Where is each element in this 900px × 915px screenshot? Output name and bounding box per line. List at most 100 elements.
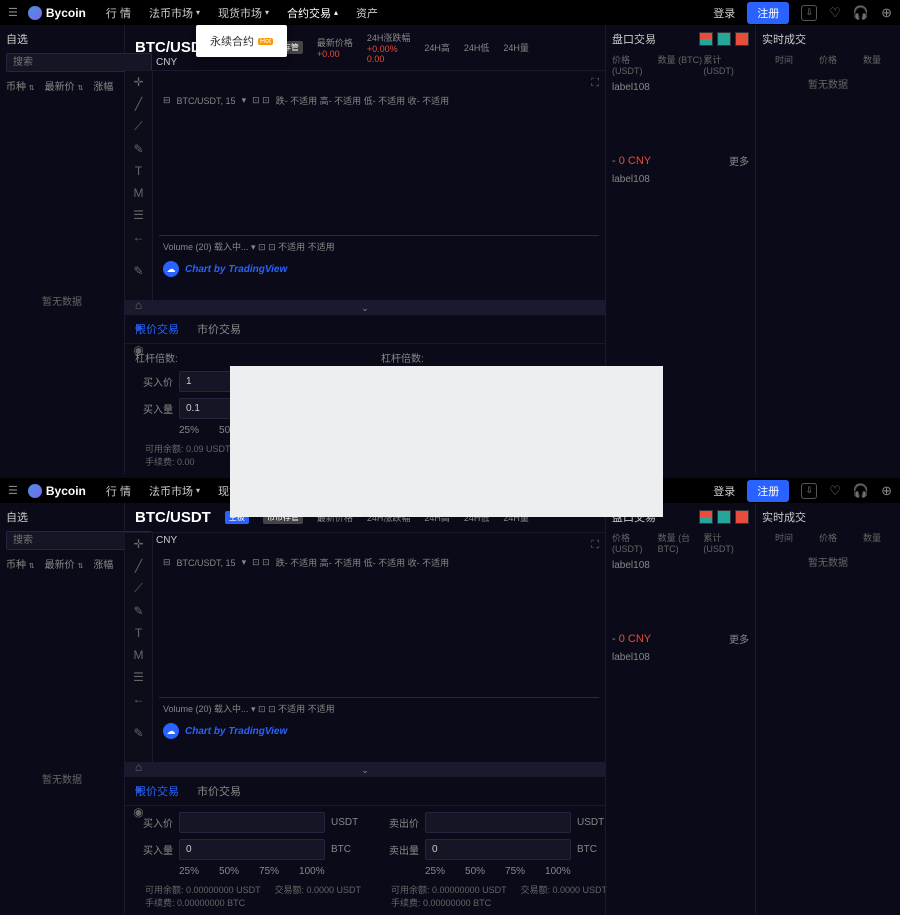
chart-canvas[interactable]: [159, 111, 599, 236]
ob-mode-both[interactable]: [699, 32, 713, 46]
fullscreen-icon[interactable]: ⛶: [591, 77, 599, 90]
filter-coin[interactable]: 币种 ⇅: [6, 78, 35, 93]
nav-contract[interactable]: 合约交易▴: [287, 5, 338, 21]
nav-fiat[interactable]: 法币市场▾: [149, 483, 200, 499]
support-icon[interactable]: 🎧: [853, 5, 869, 21]
filter-price[interactable]: 最新价 ⇅: [45, 78, 84, 93]
filter-change[interactable]: 涨幅: [93, 78, 113, 93]
undo-tool[interactable]: ←: [130, 692, 148, 706]
sell-amount-input[interactable]: [425, 839, 571, 860]
pct-100[interactable]: 100%: [545, 866, 571, 877]
trades-columns: 时间 价格 数量: [762, 531, 894, 544]
tab-limit[interactable]: 限价交易: [135, 321, 179, 337]
sell-price-input[interactable]: [425, 812, 571, 833]
register-button[interactable]: 注册: [747, 2, 789, 24]
pct-75[interactable]: 75%: [505, 866, 525, 877]
filter-coin[interactable]: 币种 ⇅: [6, 556, 35, 571]
chart-main: ⛶ ⊟BTC/USDT, 15▾⊡ ⊡跌- 不适用 高- 不适用 低- 不适用 …: [153, 71, 605, 300]
tab-market[interactable]: 市价交易: [197, 783, 241, 799]
orderbook-more[interactable]: 更多: [729, 153, 749, 168]
pct-100[interactable]: 100%: [299, 866, 325, 877]
fib-tool[interactable]: ⟋: [130, 119, 148, 134]
chart-canvas[interactable]: [159, 573, 599, 698]
unit-btc: BTC: [331, 844, 361, 855]
ob-mode-buy[interactable]: [717, 32, 731, 46]
chevron-up-icon: ▴: [334, 8, 338, 17]
stat-vol: 24H量: [503, 41, 529, 54]
trades-panel: 实时成交 时间 价格 数量 暂无数据: [755, 25, 900, 474]
sort-icon: ⇅: [29, 85, 35, 92]
nav-spot[interactable]: 现货市场▾: [218, 5, 269, 21]
download-icon[interactable]: ⇩: [801, 483, 817, 499]
nav-quotes[interactable]: 行 情: [106, 483, 131, 499]
tradingview-credit[interactable]: ☁Chart by TradingView: [157, 717, 601, 745]
fib-tool[interactable]: ⟋: [130, 581, 148, 596]
collapse-button[interactable]: ⌄: [125, 301, 605, 315]
measure-tool[interactable]: ☰: [130, 670, 148, 684]
buy-amount-input[interactable]: [179, 839, 325, 860]
draw-tool[interactable]: ✎: [130, 726, 148, 740]
globe-icon[interactable]: ⊕: [881, 5, 892, 21]
chart-main: ⛶ ⊟BTC/USDT, 15▾⊡ ⊡跌- 不适用 高- 不适用 低- 不适用 …: [153, 533, 605, 762]
menu-icon[interactable]: ☰: [8, 484, 18, 497]
register-button[interactable]: 注册: [747, 480, 789, 502]
login-link[interactable]: 登录: [713, 483, 735, 499]
measure-tool[interactable]: ☰: [130, 208, 148, 222]
brush-tool[interactable]: ✎: [130, 604, 148, 618]
text-tool[interactable]: T: [130, 626, 148, 640]
pct-75[interactable]: 75%: [259, 866, 279, 877]
lock-tool[interactable]: ⌂: [130, 298, 148, 312]
filter-change[interactable]: 涨幅: [93, 556, 113, 571]
pct-50[interactable]: 50%: [219, 866, 239, 877]
chart-area: ✛ ╱ ⟋ ✎ T M ☰ ← ✎ ⌂ ⚹ ◉ ⛶ ⊟BTC/USDT, 15▾…: [125, 71, 605, 301]
tv-logo-icon: ☁: [163, 261, 179, 277]
ob-mode-sell[interactable]: [735, 32, 749, 46]
draw-tool[interactable]: ✎: [130, 264, 148, 278]
buy-trade-amt: 交易额: 0.0000 USDT: [274, 883, 361, 896]
tab-market[interactable]: 市价交易: [197, 321, 241, 337]
logo[interactable]: Bycoin: [28, 6, 86, 20]
chevron-down-icon: ▾: [265, 8, 269, 17]
buy-price-input[interactable]: [179, 812, 325, 833]
nav-quotes[interactable]: 行 情: [106, 5, 131, 21]
text-tool[interactable]: T: [130, 164, 148, 178]
logo[interactable]: Bycoin: [28, 484, 86, 498]
ob-mode-sell[interactable]: [735, 510, 749, 524]
brush-tool[interactable]: ✎: [130, 142, 148, 156]
pct-25[interactable]: 25%: [179, 425, 199, 436]
pct-25[interactable]: 25%: [425, 866, 445, 877]
trendline-tool[interactable]: ╱: [130, 97, 148, 111]
undo-tool[interactable]: ←: [130, 230, 148, 244]
hot-badge: Hot: [258, 38, 273, 45]
menu-icon[interactable]: ☰: [8, 6, 18, 19]
unit-usdt: USDT: [331, 817, 361, 828]
pattern-tool[interactable]: M: [130, 648, 148, 662]
trendline-tool[interactable]: ╱: [130, 559, 148, 573]
filter-price[interactable]: 最新价 ⇅: [45, 556, 84, 571]
chart-toolbar: ✛ ╱ ⟋ ✎ T M ☰ ← ✎ ⌂ ⚹ ◉: [125, 533, 153, 762]
support-icon[interactable]: 🎧: [853, 483, 869, 499]
orderbook-columns: 价格 (USDT) 数量 (台BTC) 累计 (USDT): [612, 531, 749, 554]
pattern-tool[interactable]: M: [130, 186, 148, 200]
lock-tool[interactable]: ⌂: [130, 760, 148, 774]
crosshair-tool[interactable]: ✛: [130, 75, 148, 89]
tradingview-credit[interactable]: ☁Chart by TradingView: [157, 255, 601, 283]
nav-fiat[interactable]: 法币市场▾: [149, 5, 200, 21]
bell-icon[interactable]: ♡: [829, 483, 841, 499]
pct-50[interactable]: 50%: [465, 866, 485, 877]
ob-mode-both[interactable]: [699, 510, 713, 524]
pct-25[interactable]: 25%: [179, 866, 199, 877]
orderbook-more[interactable]: 更多: [729, 631, 749, 646]
fullscreen-icon[interactable]: ⛶: [591, 539, 599, 552]
dropdown-perpetual[interactable]: 永续合约Hot: [210, 33, 273, 49]
tab-limit[interactable]: 限价交易: [135, 783, 179, 799]
login-link[interactable]: 登录: [713, 5, 735, 21]
download-icon[interactable]: ⇩: [801, 5, 817, 21]
chart-symbol-info: ⊟BTC/USDT, 15▾⊡ ⊡跌- 不适用 高- 不适用 低- 不适用 收-…: [157, 554, 601, 571]
collapse-button[interactable]: ⌄: [125, 763, 605, 777]
bell-icon[interactable]: ♡: [829, 5, 841, 21]
globe-icon[interactable]: ⊕: [881, 483, 892, 499]
ob-mode-buy[interactable]: [717, 510, 731, 524]
nav-assets[interactable]: 资产: [356, 5, 378, 21]
crosshair-tool[interactable]: ✛: [130, 537, 148, 551]
